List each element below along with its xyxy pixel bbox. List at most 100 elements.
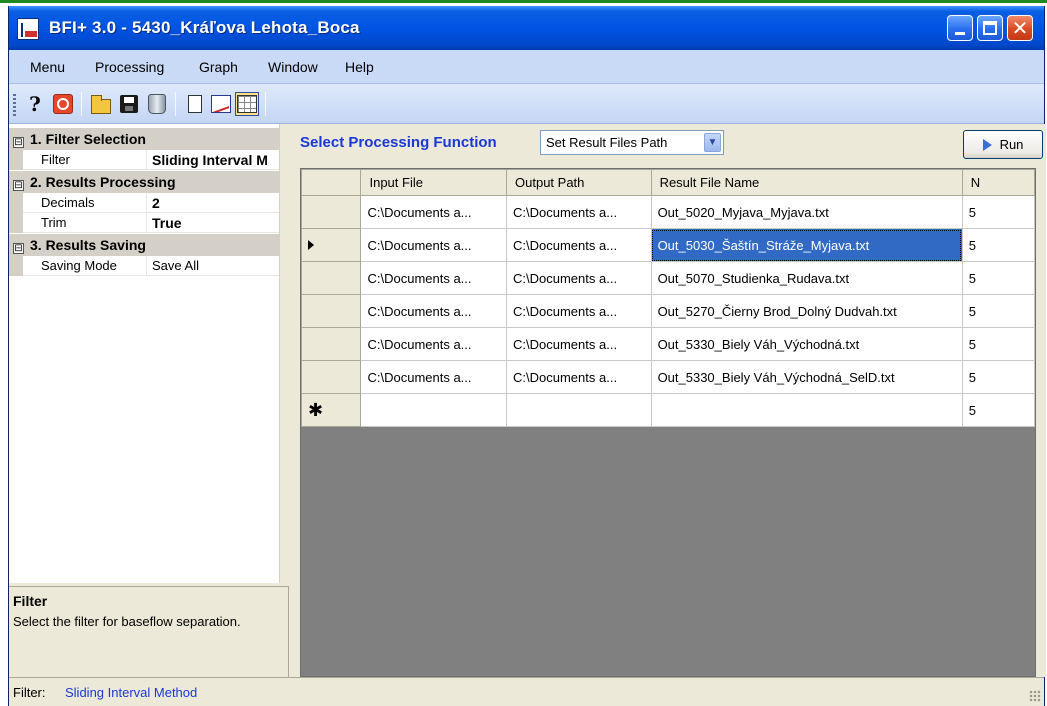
row-header[interactable]: ✱ bbox=[300, 393, 362, 427]
cell-input-file[interactable]: C:\Documents a... bbox=[360, 195, 508, 229]
cell-input-file[interactable] bbox=[360, 393, 508, 427]
cell-n[interactable]: 5 bbox=[961, 360, 1036, 394]
open-button[interactable] bbox=[89, 92, 113, 116]
menu-window[interactable]: Window bbox=[268, 59, 318, 75]
table-row[interactable]: C:\Documents a... C:\Documents a... Out_… bbox=[300, 195, 1036, 229]
cell-n[interactable]: 5 bbox=[961, 327, 1036, 361]
menu-graph[interactable]: Graph bbox=[199, 59, 238, 75]
property-name: Trim bbox=[9, 213, 147, 233]
save-disk-icon bbox=[120, 95, 138, 113]
cell-n[interactable]: 5 bbox=[961, 393, 1036, 427]
toolbar-separator bbox=[81, 92, 82, 116]
row-header-corner[interactable] bbox=[300, 169, 362, 196]
graph-button[interactable] bbox=[209, 92, 233, 116]
cell-input-file[interactable]: C:\Documents a... bbox=[360, 294, 508, 328]
toolbar-grip[interactable] bbox=[13, 94, 16, 116]
cell-result-file-name[interactable]: Out_5270_Čierny Brod_Dolný Dudvah.txt bbox=[650, 294, 963, 328]
property-row-trim[interactable]: Trim True bbox=[9, 213, 279, 233]
property-value[interactable]: True bbox=[149, 213, 279, 233]
property-row-filter[interactable]: Filter Sliding Interval M bbox=[9, 150, 279, 170]
row-header[interactable] bbox=[300, 228, 362, 262]
cell-output-path[interactable]: C:\Documents a... bbox=[506, 294, 652, 328]
table-row[interactable]: C:\Documents a... C:\Documents a... Out_… bbox=[300, 261, 1036, 295]
minimize-button[interactable] bbox=[947, 15, 973, 41]
save-button[interactable] bbox=[117, 92, 141, 116]
processing-function-select[interactable]: Set Result Files Path ▼ bbox=[540, 130, 724, 155]
collapse-icon[interactable]: ⊟ bbox=[13, 180, 24, 191]
cell-output-path[interactable]: C:\Documents a... bbox=[506, 360, 652, 394]
stop-button[interactable] bbox=[51, 92, 75, 116]
property-grid: ⊟ 1. Filter Selection Filter Sliding Inter… bbox=[9, 124, 289, 583]
row-header[interactable] bbox=[300, 261, 362, 295]
cell-output-path[interactable]: C:\Documents a... bbox=[506, 228, 652, 262]
column-header-output-path[interactable]: Output Path bbox=[506, 169, 652, 196]
cell-n[interactable]: 5 bbox=[961, 228, 1036, 262]
table-row[interactable]: C:\Documents a... C:\Documents a... Out_… bbox=[300, 360, 1036, 394]
category-filter-selection[interactable]: ⊟ 1. Filter Selection bbox=[9, 128, 279, 150]
maximize-button[interactable] bbox=[977, 15, 1003, 41]
menu-help[interactable]: Help bbox=[345, 59, 374, 75]
property-grid-scrollbar[interactable] bbox=[279, 124, 289, 583]
cell-result-file-name[interactable] bbox=[650, 393, 963, 427]
property-value[interactable]: Sliding Interval M bbox=[149, 150, 279, 170]
close-icon: ✕ bbox=[1011, 16, 1029, 40]
resize-grip-icon[interactable] bbox=[1029, 690, 1041, 702]
property-row-saving-mode[interactable]: Saving Mode Save All bbox=[9, 256, 279, 276]
cell-input-file[interactable]: C:\Documents a... bbox=[360, 327, 508, 361]
stop-icon bbox=[53, 94, 73, 114]
menu-menu[interactable]: Menu bbox=[30, 59, 65, 75]
property-row-decimals[interactable]: Decimals 2 bbox=[9, 193, 279, 213]
table-row[interactable]: C:\Documents a... C:\Documents a... Out_… bbox=[300, 294, 1036, 328]
cell-output-path[interactable]: C:\Documents a... bbox=[506, 195, 652, 229]
close-button[interactable]: ✕ bbox=[1007, 15, 1033, 41]
cell-n[interactable]: 5 bbox=[961, 294, 1036, 328]
cell-input-file[interactable]: C:\Documents a... bbox=[360, 261, 508, 295]
cell-result-file-name[interactable]: Out_5330_Biely Váh_Východná_SelD.txt bbox=[650, 360, 963, 394]
grid-settings-button[interactable] bbox=[235, 92, 259, 116]
app-icon[interactable] bbox=[17, 18, 39, 40]
cell-input-file[interactable]: C:\Documents a... bbox=[360, 360, 508, 394]
title-bar[interactable]: BFI+ 3.0 - 5430_Kráľova Lehota_Boca ✕ bbox=[9, 6, 1044, 50]
table-row[interactable]: C:\Documents a... C:\Documents a... Out_… bbox=[300, 327, 1036, 361]
help-description: Select the filter for baseflow separatio… bbox=[13, 614, 241, 629]
cell-result-file-name[interactable]: Out_5070_Studienka_Rudava.txt bbox=[650, 261, 963, 295]
cell-output-path[interactable]: C:\Documents a... bbox=[506, 327, 652, 361]
table-new-row[interactable]: ✱ 5 bbox=[300, 393, 1036, 427]
chevron-down-icon[interactable]: ▼ bbox=[704, 133, 721, 152]
cell-output-path[interactable] bbox=[506, 393, 652, 427]
column-header-input-file[interactable]: Input File bbox=[360, 169, 508, 196]
category-results-processing[interactable]: ⊟ 2. Results Processing bbox=[9, 171, 279, 193]
cell-n[interactable]: 5 bbox=[961, 195, 1036, 229]
row-header[interactable] bbox=[300, 327, 362, 361]
property-value[interactable]: 2 bbox=[149, 193, 279, 213]
cell-input-file[interactable]: C:\Documents a... bbox=[360, 228, 508, 262]
cell-result-file-name[interactable]: Out_5020_Myjava_Myjava.txt bbox=[650, 195, 963, 229]
menu-processing[interactable]: Processing bbox=[95, 59, 164, 75]
property-name: Filter bbox=[9, 150, 147, 170]
row-header[interactable] bbox=[300, 195, 362, 229]
help-button[interactable]: ? bbox=[23, 92, 47, 116]
run-button[interactable]: Run bbox=[963, 130, 1043, 159]
cell-output-path[interactable]: C:\Documents a... bbox=[506, 261, 652, 295]
current-row-icon bbox=[308, 239, 314, 250]
cell-result-file-name[interactable]: Out_5030_Šaštín_Stráže_Myjava.txt bbox=[650, 228, 963, 262]
processing-area: Select Processing Function Set Result Fi… bbox=[292, 124, 1046, 677]
table-row[interactable]: C:\Documents a... C:\Documents a... Out_… bbox=[300, 228, 1036, 262]
column-header-result-file-name[interactable]: Result File Name bbox=[650, 169, 963, 196]
recycle-button[interactable] bbox=[145, 92, 169, 116]
property-value[interactable]: Save All bbox=[149, 256, 279, 276]
new-button[interactable] bbox=[183, 92, 207, 116]
property-name: Decimals bbox=[9, 193, 147, 213]
window-title: BFI+ 3.0 - 5430_Kráľova Lehota_Boca bbox=[49, 18, 360, 37]
collapse-icon[interactable]: ⊟ bbox=[13, 243, 24, 254]
cell-result-file-name[interactable]: Out_5330_Biely Váh_Východná.txt bbox=[650, 327, 963, 361]
column-header-n[interactable]: N bbox=[961, 169, 1036, 196]
row-header[interactable] bbox=[300, 294, 362, 328]
collapse-icon[interactable]: ⊟ bbox=[13, 137, 24, 148]
category-results-saving[interactable]: ⊟ 3. Results Saving bbox=[9, 234, 279, 256]
category-label: 1. Filter Selection bbox=[30, 131, 146, 147]
row-header[interactable] bbox=[300, 360, 362, 394]
selected-function: Set Result Files Path bbox=[546, 135, 668, 150]
table-header-row: Input File Output Path Result File Name … bbox=[300, 169, 1036, 196]
cell-n[interactable]: 5 bbox=[961, 261, 1036, 295]
